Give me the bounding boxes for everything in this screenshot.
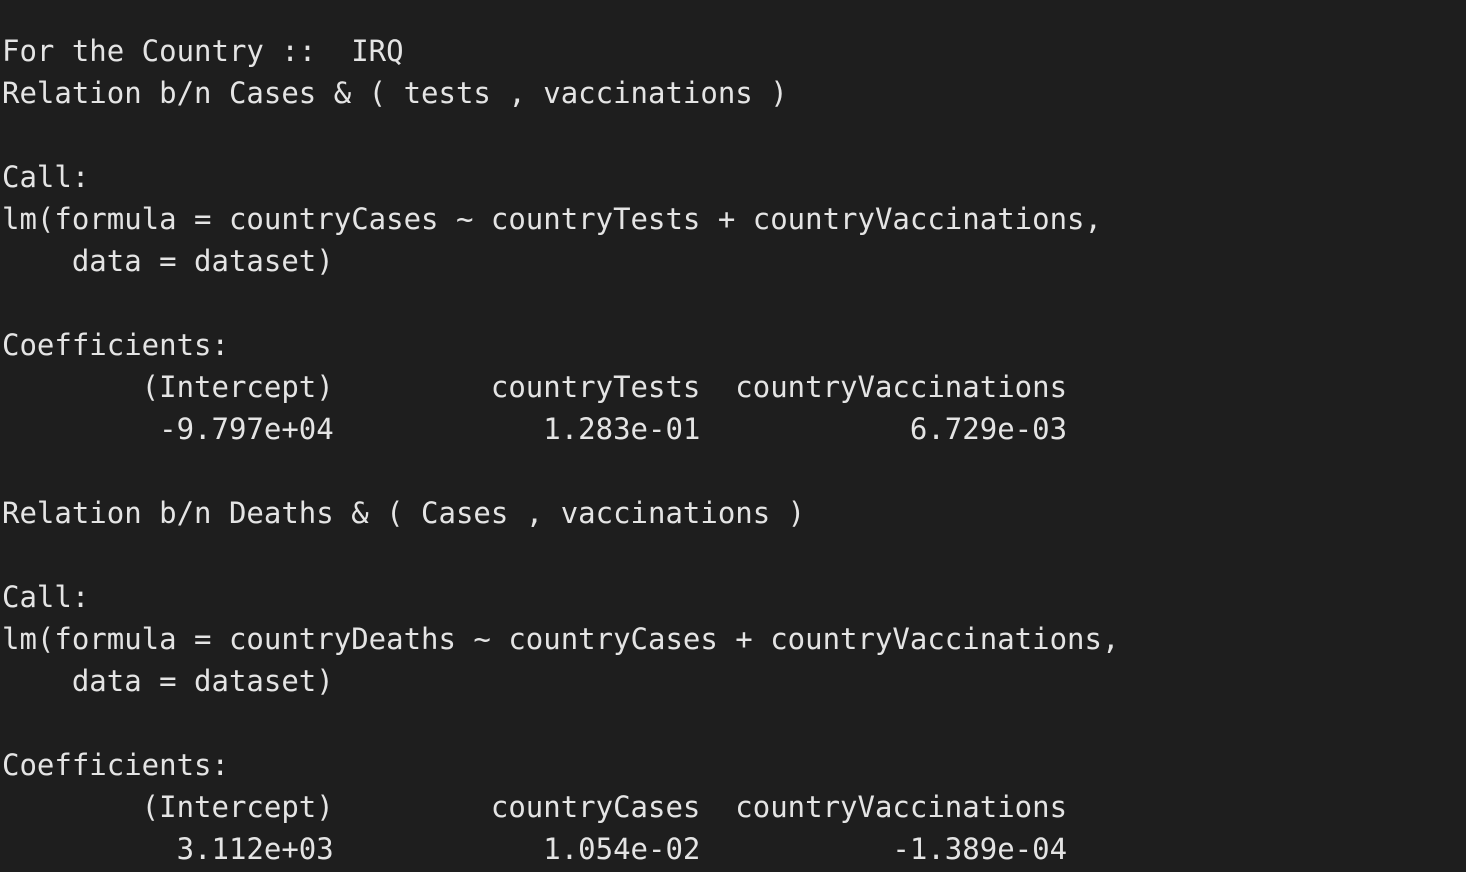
lm-formula-cases: lm(formula = countryCases ~ countryTests…	[2, 202, 1102, 236]
coefficients-values: -9.797e+04 1.283e-01 6.729e-03	[2, 412, 1068, 446]
call-label: Call:	[2, 580, 90, 614]
lm-formula-deaths: lm(formula = countryDeaths ~ countryCase…	[2, 622, 1120, 656]
coefficients-header: (Intercept) countryTests countryVaccinat…	[2, 370, 1068, 404]
coefficients-label: Coefficients:	[2, 748, 229, 782]
coefficients-label: Coefficients:	[2, 328, 229, 362]
lm-data-arg: data = dataset)	[2, 664, 334, 698]
lm-data-arg: data = dataset)	[2, 244, 334, 278]
country-heading: For the Country :: IRQ	[2, 34, 404, 68]
coefficients-header: (Intercept) countryCases countryVaccinat…	[2, 790, 1068, 824]
relation-deaths-heading: Relation b/n Deaths & ( Cases , vaccinat…	[2, 496, 806, 530]
call-label: Call:	[2, 160, 90, 194]
terminal-output: For the Country :: IRQ Relation b/n Case…	[0, 0, 1466, 872]
coefficients-values: 3.112e+03 1.054e-02 -1.389e-04	[2, 832, 1068, 866]
relation-cases-heading: Relation b/n Cases & ( tests , vaccinati…	[2, 76, 788, 110]
